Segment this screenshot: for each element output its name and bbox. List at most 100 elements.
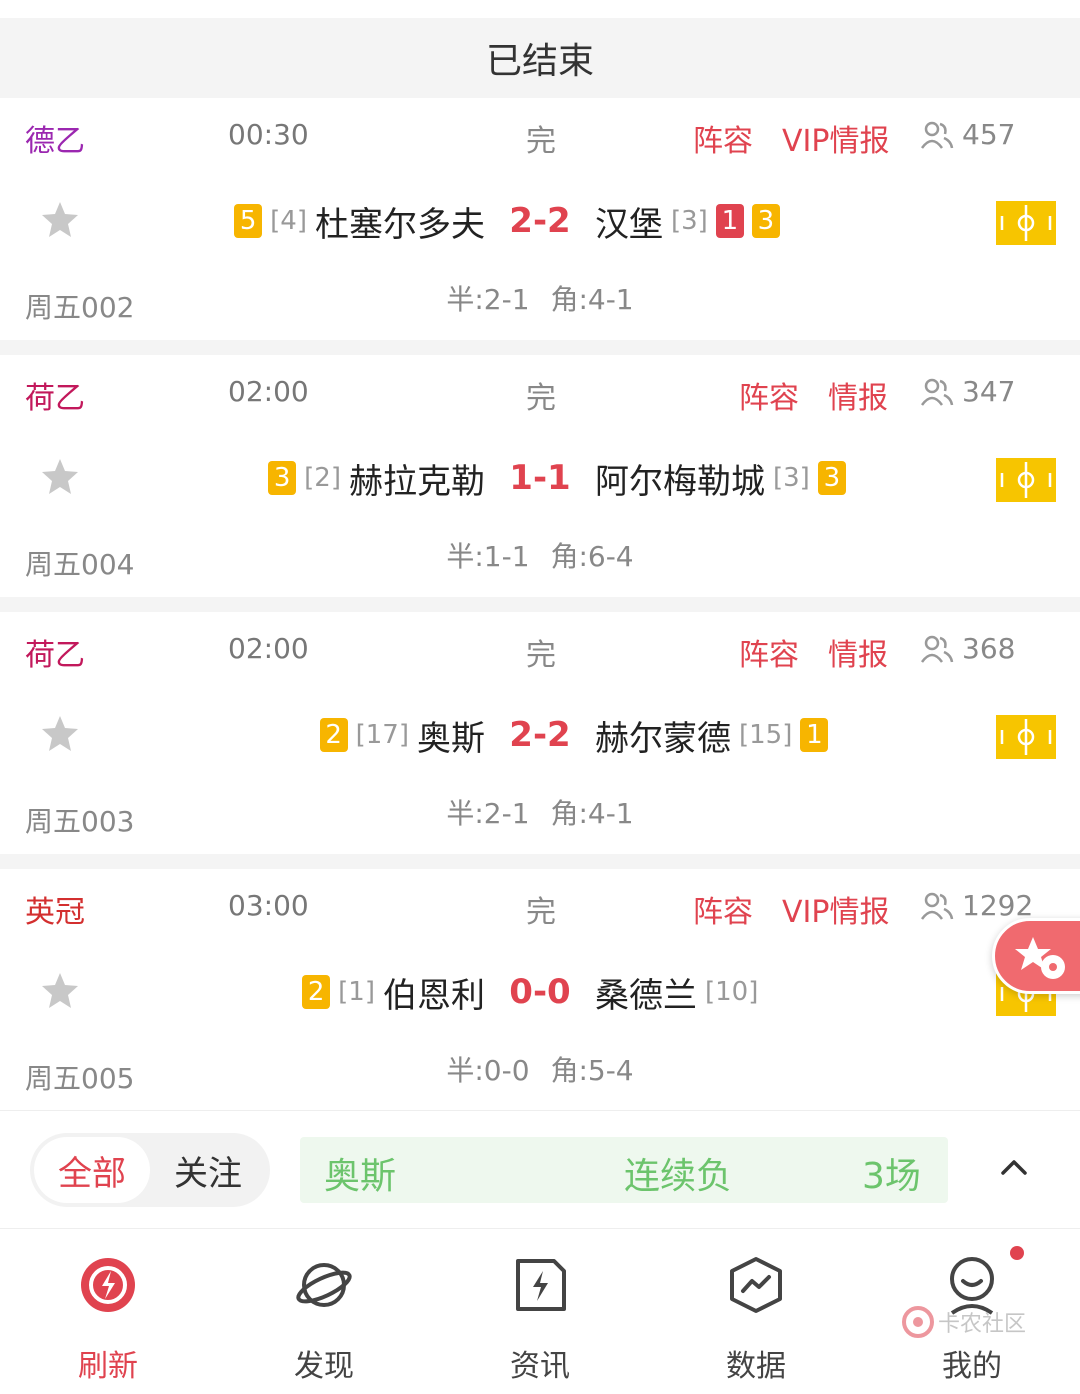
home-team-name: 赫拉克勒 (349, 461, 485, 502)
float-action-button[interactable] (992, 918, 1080, 994)
match-card[interactable]: 英冠 03:00 完阵容 VIP情报 1292 2 [1] 伯恩利 0-0 桑德兰 [10] 周五00… (0, 869, 1080, 1111)
home-team[interactable]: 2 [17] 奥斯 (319, 710, 485, 760)
viewer-count: 1292 (920, 889, 1033, 922)
league-name: 荷乙 (25, 381, 85, 416)
lineup-link[interactable]: 阵容 (693, 116, 753, 160)
match-extra: 半:1-1 角:6-4 (0, 535, 1080, 575)
away-team[interactable]: 汉堡 [3] 1 3 (595, 196, 780, 246)
chevron-up-icon[interactable] (998, 1151, 1030, 1183)
away-rank: [3] (671, 206, 708, 236)
watermark-text: 卡农社区 (938, 1312, 1027, 1337)
yellow-card-badge: 3 (817, 461, 846, 495)
teams-row: 3 [2] 赫拉克勒 1-1 阿尔梅勒城 [3] 3 (0, 453, 1080, 503)
away-rank: [3] (773, 463, 810, 493)
watermark-logo-icon (902, 1306, 934, 1338)
half-score: 半:0-0 (446, 1054, 530, 1087)
match-score: 0-0 (509, 972, 571, 1012)
intel-link[interactable]: VIP情报 (782, 887, 889, 931)
away-team-name: 阿尔梅勒城 (595, 461, 765, 502)
field-button[interactable] (996, 201, 1056, 245)
viewer-count-value: 347 (962, 375, 1016, 408)
football-field-icon (996, 715, 1056, 759)
football-field-icon (996, 201, 1056, 245)
league-name: 德乙 (25, 124, 85, 159)
viewer-count-value: 457 (962, 118, 1016, 151)
match-extra: 半:2-1 角:4-1 (0, 792, 1080, 832)
half-score: 半:2-1 (446, 283, 530, 316)
home-team-name: 伯恩利 (383, 975, 485, 1016)
corner-count: 角:5-4 (550, 1054, 634, 1087)
filter-all-button[interactable]: 全部 (34, 1137, 150, 1203)
filter-bar: 全部 关注 奥斯 连续负 3场 (0, 1110, 1080, 1228)
star-ball-icon (1015, 937, 1065, 979)
streak-ticker[interactable]: 奥斯 连续负 3场 (300, 1137, 948, 1203)
away-rank: [10] (705, 977, 759, 1007)
section-header: 已结束 (0, 18, 1080, 98)
match-extra: 半:2-1 角:4-1 (0, 278, 1080, 318)
planet-icon (296, 1263, 352, 1307)
data-icon (730, 1257, 782, 1313)
red-card-badge: 1 (715, 204, 744, 238)
tab-label: 发现 (294, 1349, 354, 1384)
match-status: 完 (526, 381, 556, 416)
lineup-link[interactable]: 阵容 (739, 630, 799, 674)
home-rank: [4] (270, 206, 307, 236)
match-time: 02:00 (228, 375, 309, 408)
home-team-name: 奥斯 (417, 718, 485, 759)
away-rank: [15] (739, 720, 793, 750)
tab-data[interactable]: 数据 (696, 1249, 816, 1384)
tab-discover[interactable]: 发现 (264, 1249, 384, 1384)
tab-news[interactable]: 资讯 (480, 1249, 600, 1384)
away-team[interactable]: 阿尔梅勒城 [3] 3 (595, 453, 846, 503)
filter-segment: 全部 关注 (30, 1133, 270, 1207)
field-button[interactable] (996, 458, 1056, 502)
intel-link[interactable]: VIP情报 (782, 116, 889, 160)
match-score: 1-1 (509, 458, 571, 498)
tab-refresh[interactable]: 刷新 (48, 1249, 168, 1384)
intel-link[interactable]: 情报 (828, 373, 888, 417)
home-team[interactable]: 2 [1] 伯恩利 (302, 967, 485, 1017)
viewer-count: 347 (920, 375, 1015, 408)
match-card[interactable]: 德乙 00:30 完阵容 VIP情报 457 5 [4] 杜塞尔多夫 2-2 汉堡 [3] 1 3 周五0… (0, 98, 1080, 340)
away-team[interactable]: 赫尔蒙德 [15] 1 (595, 710, 829, 760)
card-divider (0, 597, 1080, 612)
viewer-count: 368 (920, 632, 1015, 665)
match-score: 2-2 (509, 201, 571, 241)
viewer-count-value: 1292 (962, 889, 1034, 922)
yellow-card-badge: 3 (751, 204, 780, 238)
lineup-link[interactable]: 阵容 (739, 373, 799, 417)
match-card[interactable]: 荷乙 02:00 完阵容 情报 347 3 [2] 赫拉克勒 1-1 阿尔梅勒城 [3] 3 周五004… (0, 355, 1080, 597)
corner-count: 角:4-1 (550, 283, 634, 316)
watermark: 卡农社区 (900, 1302, 1040, 1346)
teams-row: 2 [1] 伯恩利 0-0 桑德兰 [10] (0, 967, 1080, 1017)
match-time: 02:00 (228, 632, 309, 665)
ticker-team: 奥斯 (324, 1156, 397, 1197)
away-team-name: 赫尔蒙德 (595, 718, 731, 759)
people-icon (920, 892, 954, 920)
yellow-card-badge: 2 (319, 718, 348, 752)
field-button[interactable] (996, 715, 1056, 759)
away-team-name: 汉堡 (595, 204, 663, 245)
notification-dot (1010, 1246, 1024, 1260)
card-divider (0, 854, 1080, 869)
home-team[interactable]: 3 [2] 赫拉克勒 (268, 453, 485, 503)
match-card[interactable]: 荷乙 02:00 完阵容 情报 368 2 [17] 奥斯 2-2 赫尔蒙德 [15] 1 周五003 半… (0, 612, 1080, 854)
section-title: 已结束 (485, 41, 594, 82)
match-status: 完 (526, 638, 556, 673)
away-team[interactable]: 桑德兰 [10] (595, 967, 758, 1017)
card-divider (0, 340, 1080, 355)
yellow-card-badge: 1 (800, 718, 829, 752)
home-rank: [17] (355, 720, 409, 750)
filter-follow-button[interactable]: 关注 (150, 1137, 266, 1203)
yellow-card-badge: 5 (234, 204, 263, 238)
football-field-icon (996, 458, 1056, 502)
half-score: 半:1-1 (446, 540, 530, 573)
half-score: 半:2-1 (446, 797, 530, 830)
lineup-link[interactable]: 阵容 (693, 887, 753, 931)
corner-count: 角:4-1 (550, 797, 634, 830)
match-time: 00:30 (228, 118, 309, 151)
people-icon (920, 121, 954, 149)
home-team[interactable]: 5 [4] 杜塞尔多夫 (234, 196, 485, 246)
tab-label: 刷新 (78, 1349, 138, 1384)
intel-link[interactable]: 情报 (828, 630, 888, 674)
